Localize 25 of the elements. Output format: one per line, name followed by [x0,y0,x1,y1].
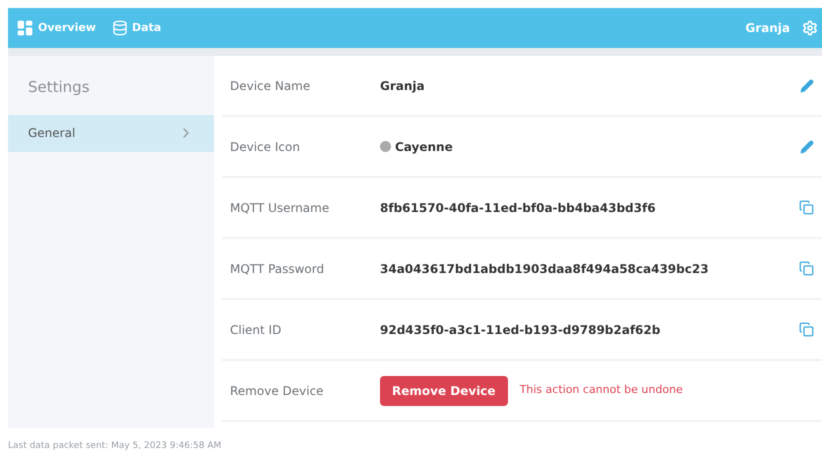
remove-device-button[interactable]: Remove Device [380,376,508,406]
sidebar-title: Settings [27,77,91,98]
device-name: Granja [745,20,790,37]
edit-icon[interactable] [800,140,814,154]
copy-icon[interactable] [799,261,814,276]
sidebar-item[interactable]: General [8,114,214,152]
setting-value: Granja [380,78,426,94]
copy-icon[interactable] [799,322,814,337]
setting-label: MQTT Password [230,260,326,278]
setting-label: Remove Device [230,382,325,400]
setting-value: 8fb61570-40fa-11ed-bf0a-bb4ba43bd3f6 [380,200,657,216]
database-icon [112,20,128,36]
setting-label: Device Name [230,78,312,94]
setting-value: Cayenne [380,138,800,156]
setting-label: Client ID [230,322,282,338]
setting-label: MQTT Username [230,200,330,216]
warning-text: This action cannot be undone [520,382,683,398]
setting-value: 92d435f0-a3c1-11ed-b193-d9789b2af62b [380,322,662,338]
dashboard-icon [16,19,34,37]
setting-label: Device Icon [230,138,301,156]
footer-text: Last data packet sent: May 5, 2023 9:46:58 AM [8,440,222,453]
edit-icon[interactable] [800,78,814,92]
settings-icon[interactable] [802,20,818,36]
setting-value: 34a043617bd1abdb1903daa8f494a58ca439bc23 [380,260,710,278]
copy-icon[interactable] [799,200,814,215]
